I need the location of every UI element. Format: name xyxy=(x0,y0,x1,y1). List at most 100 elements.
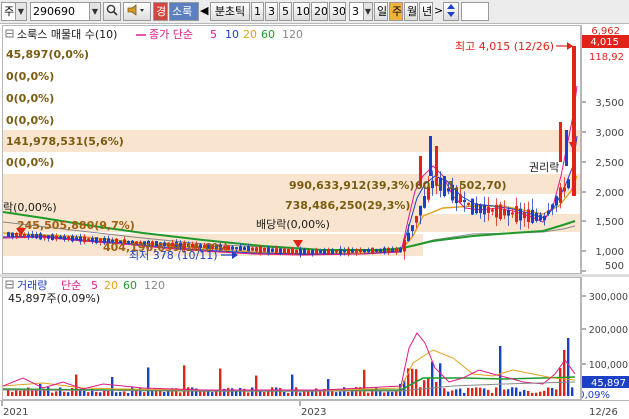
week-button[interactable]: 주 xyxy=(389,2,403,21)
volume-bar xyxy=(263,391,266,396)
candle-body xyxy=(503,209,506,216)
candle-body xyxy=(311,250,314,254)
candle-body xyxy=(391,248,394,252)
volume-bar xyxy=(495,387,498,396)
volume-bar xyxy=(87,392,90,396)
ma-legend-120: 120 xyxy=(282,28,303,41)
volume-bar xyxy=(519,391,522,396)
ma-legend-10: 10 xyxy=(225,28,239,41)
market-select[interactable]: 주 ▼ xyxy=(1,2,27,21)
candle-body xyxy=(567,179,570,189)
candle-body xyxy=(75,237,78,241)
ma-legend-20: 20 xyxy=(243,28,257,41)
updown-arrow-icon xyxy=(447,4,455,17)
search-button[interactable] xyxy=(103,2,121,21)
volume-bar xyxy=(467,387,470,396)
candle-body xyxy=(35,234,38,239)
min-tick-button[interactable]: 분초틱 xyxy=(210,2,250,21)
volume-bar xyxy=(31,390,34,396)
period-button-1[interactable]: 1 xyxy=(251,2,264,21)
date-axis[interactable]: 2021 2023 12/26 xyxy=(0,400,629,419)
candle-body xyxy=(247,246,250,252)
candle-body xyxy=(263,247,266,252)
candle-body xyxy=(275,248,278,253)
candle-body xyxy=(319,250,322,253)
volume-bar xyxy=(451,390,454,396)
speaker-icon xyxy=(127,4,144,16)
low-note: 최저 378 (10/11) xyxy=(129,249,218,262)
chevron-down-icon[interactable]: ▼ xyxy=(363,3,372,20)
candle-body xyxy=(31,233,34,238)
volume-tick: 300,000 xyxy=(589,292,628,303)
volume-bar xyxy=(479,387,482,396)
day-button[interactable]: 일 xyxy=(374,2,388,21)
market-select-value: 주 xyxy=(4,5,15,18)
volume-bar xyxy=(291,374,294,396)
prev-arrow-icon[interactable]: ◀ xyxy=(200,2,209,21)
volume-bar xyxy=(487,389,490,396)
price-chart-pane[interactable]: 소룩스 매물대 수(10) 종가 단순 5 10 20 60 120 45,89… xyxy=(2,25,581,274)
year-button[interactable]: 년 xyxy=(419,2,433,21)
count-select[interactable]: 3 ▼ xyxy=(349,2,373,21)
ma-legend-5: 5 xyxy=(210,28,217,41)
next-arrow-icon[interactable]: > xyxy=(434,2,442,21)
volume-bar xyxy=(475,387,478,396)
stock-name[interactable]: 소룩 xyxy=(169,2,199,21)
price-axis[interactable]: 6,962 4,015 118,92 3,500 3,000 2,500 2,0… xyxy=(581,25,629,274)
price-tick: 2,000 xyxy=(595,188,624,199)
candle-body xyxy=(547,210,550,215)
scroll-updown-button[interactable] xyxy=(443,2,459,21)
candle-body xyxy=(539,214,542,221)
price-tick: 3,500 xyxy=(595,98,624,109)
candle-body xyxy=(87,238,90,241)
chart-toolbar: 주 ▼ 290690 ▼ 경 소룩 ◀ 분초틱 1 3 5 10 20 30 3… xyxy=(0,0,629,24)
date-label-end: 12/26 xyxy=(589,407,618,418)
candle-body xyxy=(383,247,386,254)
candle-body xyxy=(11,232,14,237)
volume-bar xyxy=(571,387,574,396)
candle-body xyxy=(507,210,510,216)
candle-body xyxy=(287,248,290,254)
warning-badge: 경 xyxy=(153,2,168,21)
volume-chart-pane[interactable]: 거래량 단순 5 20 60 120 45,897주(0,09%) xyxy=(2,277,581,400)
ex-rights-label: 락(0,00%) xyxy=(3,201,57,214)
candle-body xyxy=(367,249,370,253)
candle-body xyxy=(565,130,568,166)
volume-bar xyxy=(215,391,218,396)
rights-label: 권리락 xyxy=(529,161,559,174)
volume-bar xyxy=(463,392,466,396)
count-input[interactable] xyxy=(461,2,489,21)
volume-bar xyxy=(299,392,302,396)
sound-button[interactable] xyxy=(123,2,151,21)
candle-body xyxy=(523,212,526,219)
candle-body xyxy=(435,146,438,176)
volume-bar xyxy=(99,392,102,396)
period-button-5[interactable]: 5 xyxy=(279,2,292,21)
volume-axis[interactable]: 300,000 200,000 100,000 45,897 0,09% xyxy=(578,277,629,401)
candle-body xyxy=(231,246,234,250)
price-chart: 소룩스 매물대 수(10) 종가 단순 5 10 20 60 120 45,89… xyxy=(2,28,580,262)
volume-bar xyxy=(515,387,518,396)
volume-bar xyxy=(411,368,414,396)
month-button[interactable]: 월 xyxy=(404,2,418,21)
volume-bar xyxy=(211,392,214,396)
period-button-10[interactable]: 10 xyxy=(293,2,310,21)
volume-bar xyxy=(511,387,514,396)
candle-body xyxy=(59,236,62,240)
chevron-down-icon[interactable]: ▼ xyxy=(89,3,100,20)
candle-body xyxy=(27,234,30,237)
candle-body xyxy=(479,204,482,214)
period-button-20[interactable]: 20 xyxy=(311,2,328,21)
period-button-3[interactable]: 3 xyxy=(265,2,278,21)
candle-body xyxy=(339,248,342,254)
price-tick: 2,500 xyxy=(595,158,624,169)
chevron-down-icon[interactable]: ▼ xyxy=(15,3,26,20)
stock-code-input[interactable]: 290690 ▼ xyxy=(30,2,101,21)
candle-body xyxy=(323,249,326,254)
last-candle-body xyxy=(572,46,576,196)
candle-body xyxy=(419,205,422,216)
volume-bar xyxy=(435,382,438,396)
period-button-30[interactable]: 30 xyxy=(329,2,346,21)
volume-bar xyxy=(507,389,510,396)
close-label: 45,897(0,0%) xyxy=(6,48,89,61)
